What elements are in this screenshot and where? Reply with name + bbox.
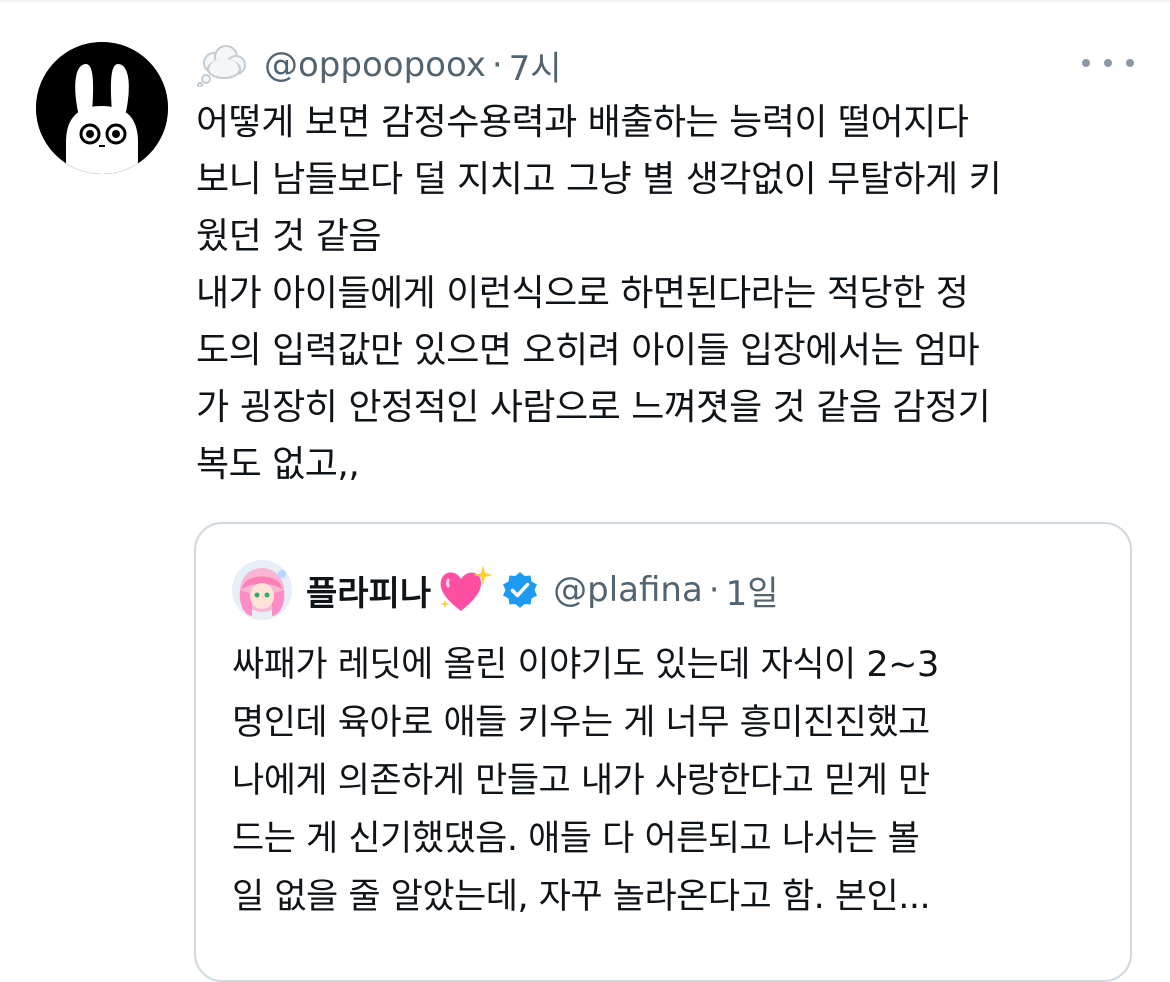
tweet-text-line: 복도 없고,,	[196, 444, 360, 485]
verified-badge-icon	[503, 572, 538, 608]
quote-text-line: 드는 게 신기했댔음. 애들 다 어른되고 나서는 볼	[232, 819, 920, 859]
more-dot-icon	[1104, 59, 1112, 67]
anime-avatar-icon	[232, 560, 292, 620]
bunny-avatar-icon	[36, 42, 168, 174]
quote-text-line: 싸패가 레딧에 올린 이야기도 있는데 자식이 2~3	[232, 645, 939, 685]
quote-author-avatar	[232, 560, 292, 620]
tweet-header: @oppoopoox · 7시	[196, 40, 562, 90]
quote-text-line: 일 없을 줄 알았는데, 자꾸 놀라온다고 함. 본인...	[232, 877, 931, 917]
top-divider	[0, 0, 1170, 2]
tweet-text-line: 웠던 것 같음	[196, 216, 382, 257]
quoted-tweet-card[interactable]: 플라피나 @plafina · 1일 싸패가 레딧에 올린 이야기도 있는데 자…	[194, 522, 1132, 982]
quote-text-line: 명인데 육아로 애들 키우는 게 너무 흥미진진했고	[232, 703, 930, 743]
author-handle[interactable]: @oppoopoox	[264, 45, 486, 85]
tweet-text-line: 보니 남들보다 덜 지치고 그냥 별 생각없이 무탈하게 키	[196, 159, 1002, 200]
thought-balloon-icon	[197, 45, 246, 87]
quote-time: 1일	[725, 573, 779, 614]
quote-author-handle: @plafina	[553, 570, 703, 610]
author-avatar[interactable]	[36, 42, 168, 174]
sparkling-heart-icon	[440, 565, 494, 611]
quote-text: 싸패가 레딧에 올린 이야기도 있는데 자식이 2~3 명인데 육아로 애들 키…	[232, 636, 1092, 926]
more-options-button[interactable]	[1082, 48, 1134, 78]
tweet-text: 어떻게 보면 감정수용력과 배출하는 능력이 떨어지다 보니 남들보다 덜 지치…	[196, 94, 1116, 493]
tweet-text-line: 내가 아이들에게 이런식으로 하면된다라는 적당한 정	[196, 273, 969, 314]
more-dot-icon	[1082, 59, 1090, 67]
quote-text-line: 나에게 의존하게 만들고 내가 사랑한다고 믿게 만	[232, 761, 930, 801]
tweet-text-line: 도의 입력값만 있으면 오히려 아이들 입장에서는 엄마	[196, 330, 980, 371]
quote-header-separator: ·	[708, 570, 720, 610]
tweet-text-line: 어떻게 보면 감정수용력과 배출하는 능력이 떨어지다	[196, 102, 969, 143]
tweet-text-line: 가 굉장히 안정적인 사람으로 느껴졋을 것 같음 감정기	[196, 387, 991, 428]
header-separator: ·	[491, 45, 503, 85]
quote-header: 플라피나 @plafina · 1일	[232, 560, 779, 620]
more-dot-icon	[1126, 59, 1134, 67]
tweet-time[interactable]: 7시	[509, 41, 562, 90]
quote-author-name: 플라피나	[306, 573, 432, 614]
